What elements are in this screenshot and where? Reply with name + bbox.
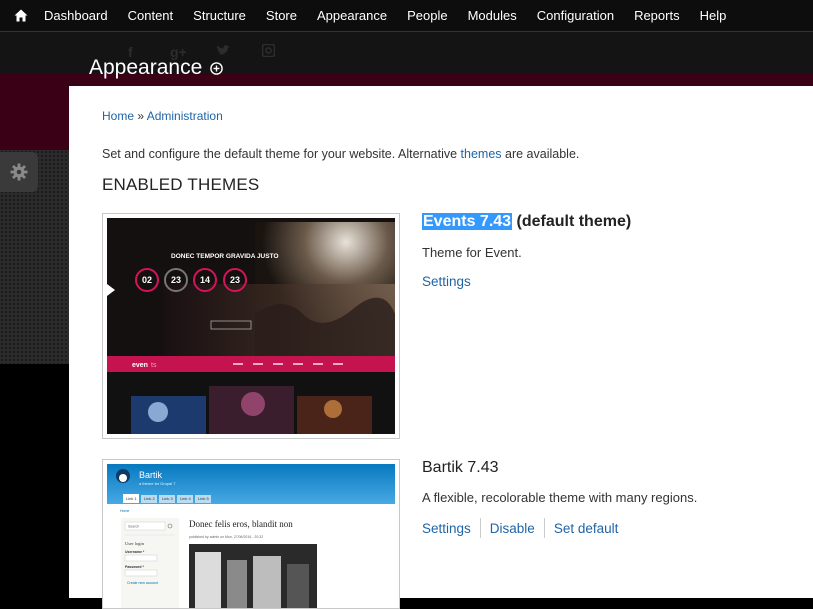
- menu-dashboard[interactable]: Dashboard: [34, 0, 118, 32]
- bartik-preview-image: Bartik a theme for Drupal 7 Link 1 Link …: [107, 464, 395, 608]
- preview-counter: 14: [200, 275, 210, 285]
- bartik-theme-actions: Settings Disable Set default: [422, 518, 618, 538]
- preview-tab: Link 5: [198, 496, 209, 501]
- preview-username-label: Username *: [125, 550, 145, 554]
- preview-create-account: Create new account: [127, 581, 158, 585]
- page-title: Appearance: [89, 56, 203, 79]
- preview-counter: 02: [142, 275, 152, 285]
- preview-slogan: a theme for Drupal 7: [139, 481, 176, 486]
- default-theme-label: (default theme): [512, 213, 632, 230]
- breadcrumb-administration[interactable]: Administration: [147, 109, 223, 123]
- menu-reports[interactable]: Reports: [624, 0, 690, 32]
- preview-counter: 23: [230, 275, 240, 285]
- bartik-theme-description: A flexible, recolorable theme with many …: [422, 490, 698, 505]
- left-gutter: [0, 364, 70, 598]
- instagram-icon[interactable]: [261, 43, 276, 60]
- preview-logo-suffix: ts: [151, 362, 157, 369]
- events-theme-actions: Settings: [422, 274, 471, 289]
- events-theme-title: Events 7.43 (default theme): [422, 213, 631, 231]
- home-button[interactable]: [8, 0, 34, 32]
- menu-people[interactable]: People: [397, 0, 457, 32]
- menu-appearance[interactable]: Appearance: [307, 0, 397, 32]
- bartik-theme-title: Bartik 7.43: [422, 459, 499, 476]
- events-theme-screenshot: DONEC TEMPOR GRAVIDA JUSTO 02 23 14 23 e…: [102, 213, 400, 439]
- preview-site-name: Bartik: [139, 470, 163, 480]
- menu-structure[interactable]: Structure: [183, 0, 256, 32]
- events-theme-description: Theme for Event.: [422, 245, 522, 260]
- menu-configuration[interactable]: Configuration: [527, 0, 624, 32]
- menu-help[interactable]: Help: [690, 0, 737, 32]
- preview-search: Search: [128, 525, 139, 529]
- menu-store[interactable]: Store: [256, 0, 307, 32]
- bartik-theme-screenshot: Bartik a theme for Drupal 7 Link 1 Link …: [102, 459, 400, 609]
- preview-password-label: Password *: [125, 565, 145, 569]
- preview-tab: Link 2: [144, 496, 155, 501]
- breadcrumb-home[interactable]: Home: [102, 109, 134, 123]
- bartik-set-default-link[interactable]: Set default: [554, 521, 619, 536]
- bartik-settings-link[interactable]: Settings: [422, 521, 471, 536]
- settings-tab[interactable]: [0, 152, 38, 192]
- admin-toolbar: Dashboard Content Structure Store Appear…: [0, 0, 813, 32]
- breadcrumb: Home » Administration: [102, 109, 223, 123]
- preview-article-title: Donec felis eros, blandit non: [189, 519, 293, 529]
- events-settings-link[interactable]: Settings: [422, 274, 471, 289]
- home-icon: [14, 9, 28, 22]
- preview-home-link: Home: [120, 509, 129, 513]
- themes-link[interactable]: themes: [461, 147, 502, 161]
- bartik-disable-link[interactable]: Disable: [490, 521, 535, 536]
- events-preview-image: DONEC TEMPOR GRAVIDA JUSTO 02 23 14 23 e…: [107, 218, 395, 434]
- events-theme-name: Events 7.43: [422, 213, 513, 230]
- preview-logo: even: [132, 362, 148, 369]
- preview-tab: Link 4: [180, 496, 191, 501]
- preview-tab: Link 3: [162, 496, 173, 501]
- intro-text: Set and configure the default theme for …: [102, 147, 579, 161]
- main-content: Home » Administration Set and configure …: [69, 86, 813, 609]
- link-separator: [543, 518, 545, 538]
- preview-counter: 23: [171, 275, 181, 285]
- menu-content[interactable]: Content: [118, 0, 184, 32]
- breadcrumb-separator: »: [137, 109, 145, 123]
- preview-login-title: User login: [125, 541, 145, 546]
- page-title-bar: Appearance: [89, 56, 224, 80]
- intro-before: Set and configure the default theme for …: [102, 147, 461, 161]
- menu-modules[interactable]: Modules: [458, 0, 527, 32]
- link-separator: [479, 518, 481, 538]
- intro-after: are available.: [501, 147, 580, 161]
- plus-circle-icon[interactable]: [210, 61, 224, 75]
- preview-byline: published by admin on Mon, 27/06/2016 - …: [189, 535, 263, 539]
- section-heading: ENABLED THEMES: [102, 175, 260, 194]
- preview-headline: DONEC TEMPOR GRAVIDA JUSTO: [171, 253, 279, 260]
- preview-tab: Link 1: [126, 496, 137, 501]
- gear-icon: [10, 163, 28, 181]
